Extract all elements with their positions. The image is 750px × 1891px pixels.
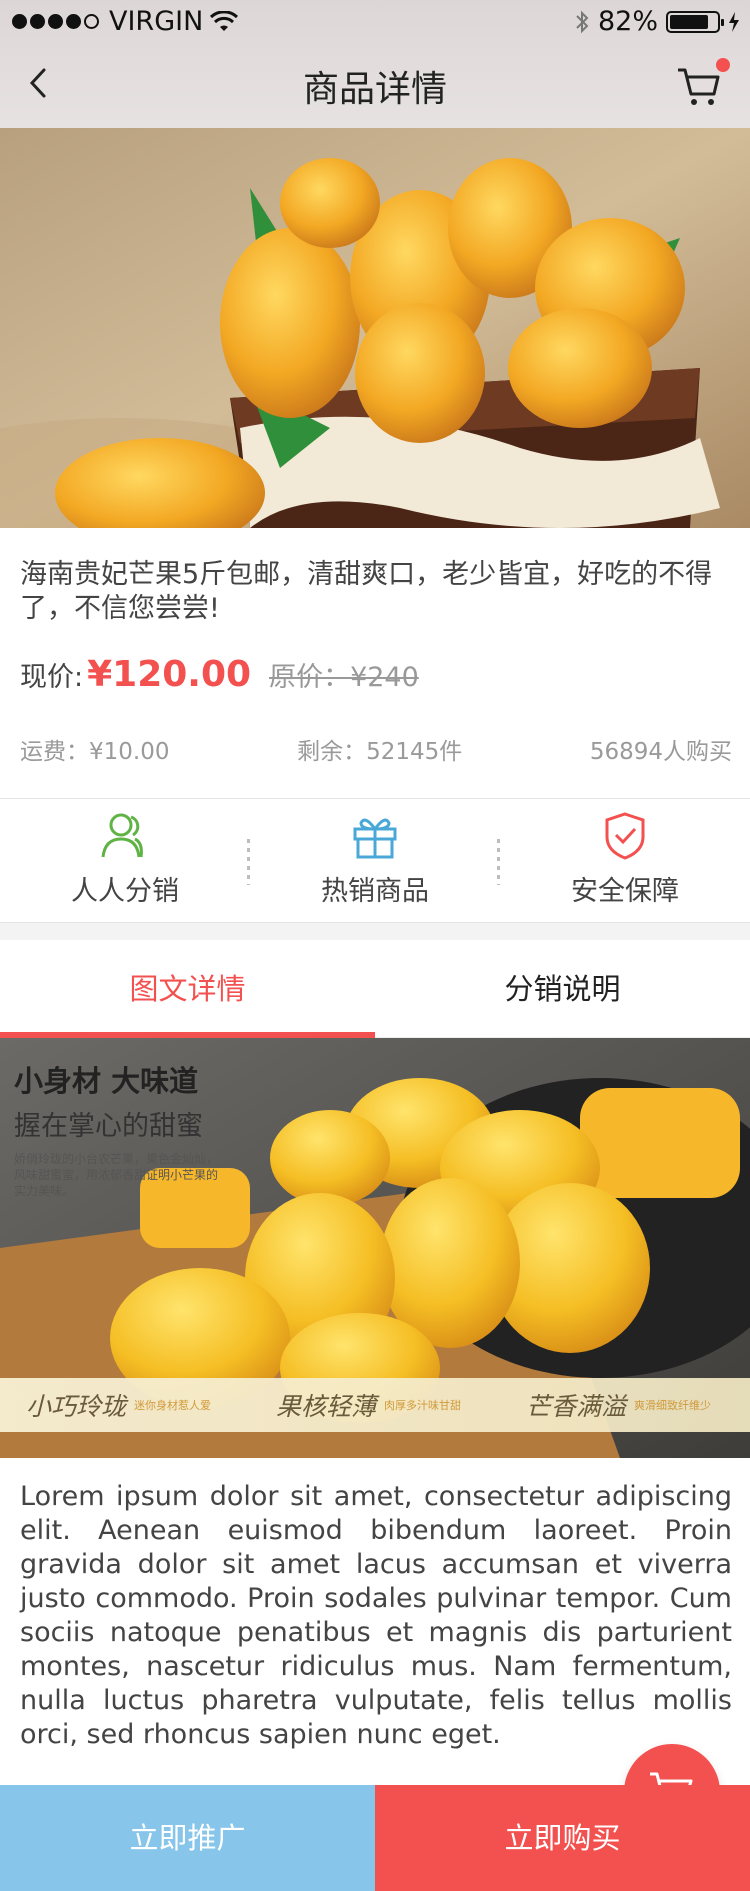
people-icon — [101, 813, 143, 858]
band-caption: 肉厚多汁味甘甜 — [384, 1399, 462, 1412]
battery-icon — [666, 10, 724, 33]
price-label: 现价: — [20, 662, 84, 693]
feature-distribution[interactable]: 人人分销 — [0, 799, 250, 922]
top-bar: VIRGIN 82% 商品详情 — [0, 0, 750, 128]
section-gap — [0, 923, 750, 940]
product-info: 海南贵妃芒果5斤包邮，清甜爽口，老少皆宜，好吃的不得了，不信您尝尝! 现价: ¥… — [0, 528, 750, 798]
band-item: 果核轻薄 肉厚多汁味甘甜 — [250, 1378, 500, 1432]
feature-label: 热销商品 — [321, 876, 429, 907]
page-title: 商品详情 — [302, 69, 447, 110]
signal-dots-icon — [12, 14, 99, 29]
charging-icon — [729, 11, 739, 32]
meta-row: 运费：¥10.00 剩余：52145件 56894人购买 — [20, 732, 732, 766]
shipping-fee: 运费：¥10.00 — [20, 739, 170, 765]
feature-hot-products[interactable]: 热销商品 — [250, 799, 500, 922]
promo-band: 小巧玲珑 迷你身材惹人爱 果核轻薄 肉厚多汁味甘甜 芒香满溢 爽滑细致纤维少 — [0, 1378, 750, 1432]
promote-now-button[interactable]: 立即推广 — [0, 1785, 375, 1891]
feature-label: 人人分销 — [71, 876, 179, 907]
promo-headline: 小身材 大味道 — [14, 1064, 199, 1098]
cart-badge — [716, 58, 730, 72]
band-title: 芒香满溢 — [526, 1392, 627, 1421]
wifi-icon — [210, 10, 239, 31]
band-caption: 爽滑细致纤维少 — [634, 1399, 712, 1412]
promo-text: 小身材 大味道 握在掌心的甜蜜 娇俏玲珑的小台农芒果，果色金灿灿，风味甜蜜蜜，用… — [14, 1058, 224, 1199]
feature-label: 安全保障 — [571, 876, 679, 907]
feature-row: 人人分销 热销商品 安全保障 — [0, 798, 750, 923]
detail-body-text: Lorem ipsum dolor sit amet, consectetur … — [20, 1481, 732, 1750]
band-title: 小巧玲珑 — [26, 1392, 127, 1421]
product-description: 海南贵妃芒果5斤包邮，清甜爽口，老少皆宜，好吃的不得了，不信您尝尝! — [20, 559, 713, 624]
feature-security[interactable]: 安全保障 — [500, 799, 750, 922]
buy-now-button[interactable]: 立即购买 — [375, 1785, 750, 1891]
carrier-label: VIRGIN — [109, 6, 204, 37]
status-bar: VIRGIN 82% — [0, 0, 750, 40]
current-price: ¥120.00 — [87, 654, 252, 695]
promo-blurb: 娇俏玲珑的小台农芒果，果色金灿灿，风味甜蜜蜜，用浓郁香甜证明小芒果的实力美味。 — [14, 1152, 219, 1198]
bluetooth-icon — [576, 10, 589, 33]
band-item: 芒香满溢 爽滑细致纤维少 — [500, 1378, 750, 1432]
detail-tabs: 图文详情 分销说明 — [0, 940, 750, 1038]
price-row: 现价: ¥120.00 原价：¥240 — [20, 654, 419, 695]
shield-icon — [605, 812, 645, 860]
band-title: 果核轻薄 — [276, 1392, 377, 1421]
bottom-action-bar: 立即推广 立即购买 — [0, 1785, 750, 1891]
band-caption: 迷你身材惹人爱 — [134, 1399, 212, 1412]
promo-subheadline: 握在掌心的甜蜜 — [14, 1111, 203, 1142]
battery-percent: 82% — [597, 6, 658, 37]
buyer-count: 56894人购买 — [589, 739, 732, 765]
tab-image-details[interactable]: 图文详情 — [0, 940, 375, 1038]
original-price: 原价：¥240 — [269, 662, 419, 693]
nav-bar: 商品详情 — [0, 40, 750, 128]
band-item: 小巧玲珑 迷你身材惹人爱 — [0, 1378, 250, 1432]
stock-remaining: 剩余：52145件 — [297, 739, 463, 765]
gift-icon — [353, 818, 397, 859]
tab-distribution-info[interactable]: 分销说明 — [375, 940, 750, 1037]
product-hero-image — [0, 128, 750, 528]
promo-image: 小身材 大味道 握在掌心的甜蜜 娇俏玲珑的小台农芒果，果色金灿灿，风味甜蜜蜜，用… — [0, 1038, 750, 1458]
